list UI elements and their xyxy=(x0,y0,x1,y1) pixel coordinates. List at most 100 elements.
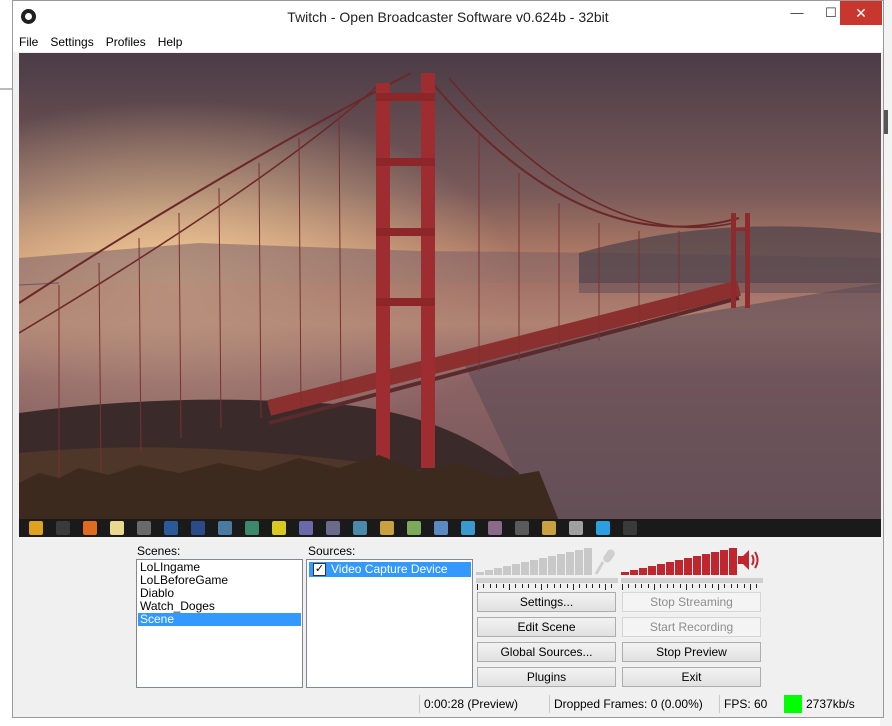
meter-tick xyxy=(579,584,581,588)
plugins-button[interactable]: Plugins xyxy=(477,667,616,687)
skull-icon xyxy=(272,521,286,535)
meter-tick xyxy=(711,584,713,588)
firefox-icon xyxy=(83,521,97,535)
desktop-level-bar xyxy=(693,556,701,575)
meter-tick xyxy=(750,584,751,590)
mic-level-bar xyxy=(548,556,556,575)
desktop-level-bar xyxy=(657,564,665,575)
app-icon xyxy=(245,521,259,535)
meter-tick xyxy=(698,584,700,588)
meter-tick xyxy=(560,584,562,588)
meter-tick xyxy=(679,584,681,588)
app-icon xyxy=(353,521,367,535)
app-icon xyxy=(488,521,502,535)
league-icon xyxy=(191,521,205,535)
meter-tick xyxy=(673,584,675,588)
meter-tick xyxy=(730,584,732,588)
meter-tick xyxy=(692,584,694,588)
meter-tick xyxy=(509,584,510,590)
lightroom-icon xyxy=(137,521,151,535)
minimize-button[interactable]: — xyxy=(780,1,814,25)
mic-volume-track[interactable] xyxy=(476,578,618,583)
start-recording-button[interactable]: Start Recording xyxy=(622,617,761,637)
desktop-level-bar xyxy=(648,566,656,575)
source-visible-checkbox[interactable]: ✓ xyxy=(313,563,326,576)
meter-tick xyxy=(483,584,485,588)
obs-icon xyxy=(56,521,70,535)
meter-tick xyxy=(628,584,630,588)
mic-level-bar xyxy=(584,548,592,575)
edit-scene-button[interactable]: Edit Scene xyxy=(477,617,616,637)
meter-tick xyxy=(521,584,523,588)
meter-tick xyxy=(686,584,687,590)
desktop-level-bar xyxy=(711,552,719,575)
meter-tick xyxy=(598,584,600,588)
meter-tick xyxy=(573,584,574,590)
desktop-volume-track[interactable] xyxy=(621,578,763,583)
settings-button[interactable]: Settings... xyxy=(477,592,616,612)
status-dropped-frames: Dropped Frames: 0 (0.00%) xyxy=(549,695,714,713)
meter-tick xyxy=(718,584,719,590)
desktop-level-bar xyxy=(630,570,638,575)
mic-level-bar xyxy=(557,554,565,575)
mic-level-bar xyxy=(494,568,502,575)
meter-tick xyxy=(647,584,649,588)
scene-item-scene[interactable]: Scene xyxy=(138,613,301,626)
microphone-icon[interactable] xyxy=(594,547,616,577)
background-divider xyxy=(0,88,12,90)
meter-tick xyxy=(705,584,707,588)
stop-streaming-button[interactable]: Stop Streaming xyxy=(622,592,761,612)
stream-preview xyxy=(19,53,881,521)
stream-health-indicator xyxy=(784,695,802,713)
photoshop-icon xyxy=(164,521,178,535)
menu-file[interactable]: File xyxy=(13,32,44,52)
meter-tick xyxy=(528,584,530,588)
obs-window: Twitch - Open Broadcaster Software v0.62… xyxy=(12,0,884,718)
meter-tick xyxy=(489,584,491,588)
app-icon xyxy=(434,521,448,535)
desktop-level-bar xyxy=(720,550,728,575)
app-icon xyxy=(569,521,583,535)
window-title: Twitch - Open Broadcaster Software v0.62… xyxy=(287,9,609,25)
app-icon xyxy=(380,521,394,535)
title-bar[interactable]: Twitch - Open Broadcaster Software v0.62… xyxy=(13,1,883,32)
mic-meter xyxy=(476,545,618,583)
mic-level-bar xyxy=(476,572,484,575)
skype-icon xyxy=(596,521,610,535)
meter-tick xyxy=(756,584,758,588)
speaker-icon[interactable] xyxy=(736,548,762,572)
close-button[interactable]: ✕ xyxy=(840,1,882,25)
status-fps: FPS: 60 xyxy=(719,695,774,713)
mic-level-bar xyxy=(485,570,493,575)
meter-tick xyxy=(737,584,739,588)
mic-level-bar xyxy=(575,550,583,575)
desktop-level-bar xyxy=(639,568,647,575)
app-icon xyxy=(218,521,232,535)
meter-tick xyxy=(622,584,623,590)
mic-level-bar xyxy=(503,566,511,575)
desktop-level-bar xyxy=(675,560,683,575)
scenes-list[interactable]: LoLIngame LoLBeforeGame Diablo Watch_Dog… xyxy=(136,559,303,688)
source-item-video-capture[interactable]: ✓ Video Capture Device xyxy=(309,562,471,577)
exit-button[interactable]: Exit xyxy=(622,667,761,687)
sources-label: Sources: xyxy=(308,544,356,558)
status-time: 0:00:28 (Preview) xyxy=(419,695,544,713)
desktop-level-bar xyxy=(684,558,692,575)
desktop-level-bar xyxy=(702,554,710,575)
meter-tick xyxy=(553,584,555,588)
app-icon xyxy=(461,521,475,535)
stop-preview-button[interactable]: Stop Preview xyxy=(622,642,761,662)
source-item-label: Video Capture Device xyxy=(331,562,448,576)
meter-tick xyxy=(477,584,478,590)
sources-list[interactable]: ✓ Video Capture Device xyxy=(306,559,473,688)
meter-tick xyxy=(654,584,655,590)
scenes-label: Scenes: xyxy=(137,544,181,558)
desktop-audio-meter xyxy=(621,545,763,583)
meter-tick xyxy=(660,584,662,588)
menu-settings[interactable]: Settings xyxy=(44,32,99,52)
global-sources-button[interactable]: Global Sources... xyxy=(477,642,616,662)
menu-help[interactable]: Help xyxy=(152,32,189,52)
captured-taskbar xyxy=(19,519,881,537)
chrome-icon xyxy=(29,521,43,535)
menu-profiles[interactable]: Profiles xyxy=(100,32,152,52)
